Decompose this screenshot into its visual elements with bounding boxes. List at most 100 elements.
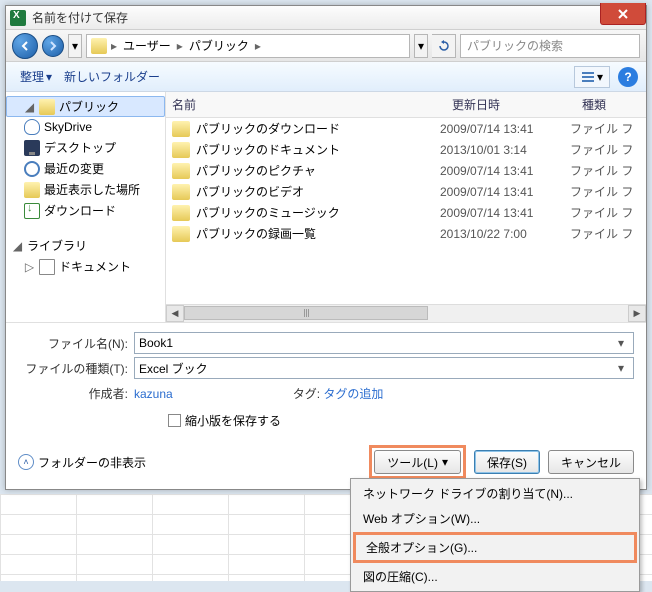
- breadcrumb-dropdown[interactable]: ▾: [414, 34, 428, 58]
- desktop-icon: [24, 140, 40, 156]
- file-name: パブリックのダウンロード: [196, 120, 440, 137]
- hide-folders-label: フォルダーの非表示: [38, 454, 146, 471]
- folder-icon: [172, 142, 190, 158]
- nav-public[interactable]: ◢パブリック: [6, 96, 165, 117]
- nav-skydrive[interactable]: SkyDrive: [6, 117, 165, 137]
- folder-icon: [172, 184, 190, 200]
- file-row[interactable]: パブリックのダウンロード2009/07/14 13:41ファイル フ: [166, 118, 646, 139]
- filetype-label: ファイルの種類(T):: [18, 360, 128, 377]
- chevron-right-icon: ▸: [253, 39, 263, 53]
- tools-menu: ネットワーク ドライブの割り当て(N)... Web オプション(W)... 全…: [350, 478, 640, 592]
- menu-web-options[interactable]: Web オプション(W)...: [353, 506, 637, 531]
- col-name[interactable]: 名前: [166, 92, 446, 117]
- folder-icon: [172, 163, 190, 179]
- save-form: ファイル名(N): Book1 ▾ ファイルの種類(T): Excel ブック …: [6, 322, 646, 439]
- nav-documents[interactable]: ▷ドキュメント: [6, 256, 165, 277]
- menu-compress[interactable]: 図の圧縮(C)...: [353, 564, 637, 589]
- filetype-select[interactable]: Excel ブック ▾: [134, 357, 634, 379]
- author-value[interactable]: kazuna: [134, 387, 173, 401]
- title-bar: 名前を付けて保存: [6, 6, 646, 30]
- menu-general-options[interactable]: 全般オプション(G)...: [353, 532, 637, 563]
- file-row[interactable]: パブリックの録画一覧2013/10/22 7:00ファイル フ: [166, 223, 646, 244]
- scroll-track[interactable]: [184, 305, 628, 322]
- file-type: ファイル フ: [570, 183, 640, 200]
- chevron-down-icon: ▾: [442, 455, 448, 469]
- file-type: ファイル フ: [570, 120, 640, 137]
- back-button[interactable]: [12, 33, 38, 59]
- window-title: 名前を付けて保存: [32, 9, 128, 26]
- chevron-right-icon: ▸: [175, 39, 185, 53]
- file-name: パブリックのドキュメント: [196, 141, 440, 158]
- thumbnail-label: 縮小版を保存する: [185, 412, 281, 429]
- breadcrumb-segment[interactable]: パブリック: [187, 37, 251, 54]
- tag-value[interactable]: タグの追加: [323, 385, 383, 402]
- folder-icon: [39, 99, 55, 115]
- file-type: ファイル フ: [570, 141, 640, 158]
- column-headers[interactable]: 名前 更新日時 種類: [166, 92, 646, 118]
- file-date: 2009/07/14 13:41: [440, 164, 570, 178]
- horizontal-scrollbar[interactable]: ◀ ▶: [166, 304, 646, 322]
- search-input[interactable]: パブリックの検索: [460, 34, 640, 58]
- nav-desktop[interactable]: デスクトップ: [6, 137, 165, 158]
- menu-map-drive[interactable]: ネットワーク ドライブの割り当て(N)...: [353, 481, 637, 506]
- col-type[interactable]: 種類: [576, 92, 646, 117]
- file-date: 2013/10/01 3:14: [440, 143, 570, 157]
- refresh-button[interactable]: [432, 34, 456, 58]
- command-toolbar: 整理▾ 新しいフォルダー ▾ ?: [6, 62, 646, 92]
- scroll-thumb[interactable]: [184, 306, 428, 320]
- file-name: パブリックのビデオ: [196, 183, 440, 200]
- nav-downloads[interactable]: ダウンロード: [6, 200, 165, 221]
- filename-input[interactable]: Book1 ▾: [134, 332, 634, 354]
- arrow-left-icon: [19, 40, 31, 52]
- nav-library[interactable]: ◢ライブラリ: [6, 235, 165, 256]
- tools-button[interactable]: ツール(L) ▾: [374, 450, 461, 474]
- cancel-button[interactable]: キャンセル: [548, 450, 634, 474]
- file-date: 2009/07/14 13:41: [440, 185, 570, 199]
- chevron-down-icon[interactable]: ▾: [613, 336, 629, 350]
- hide-folders-toggle[interactable]: ˄ フォルダーの非表示: [18, 454, 146, 471]
- organize-menu[interactable]: 整理▾: [14, 66, 58, 87]
- folder-icon: [24, 182, 40, 198]
- filename-value: Book1: [139, 336, 173, 350]
- file-date: 2013/10/22 7:00: [440, 227, 570, 241]
- file-row[interactable]: パブリックのビデオ2009/07/14 13:41ファイル フ: [166, 181, 646, 202]
- file-date: 2009/07/14 13:41: [440, 206, 570, 220]
- save-as-dialog: 名前を付けて保存 ▾ ▸ ユーザー ▸ パブリック ▸ ▾ パブリックの検索: [5, 5, 647, 490]
- file-name: パブリックの録画一覧: [196, 225, 440, 242]
- filename-label: ファイル名(N):: [18, 335, 128, 352]
- close-button[interactable]: [600, 3, 646, 25]
- highlight-tools: ツール(L) ▾: [369, 445, 466, 479]
- chevron-down-icon[interactable]: ▾: [613, 361, 629, 375]
- folder-icon: [172, 205, 190, 221]
- scroll-right-button[interactable]: ▶: [628, 305, 646, 322]
- file-name: パブリックのミュージック: [196, 204, 440, 221]
- new-folder-button[interactable]: 新しいフォルダー: [58, 66, 166, 87]
- nav-recent[interactable]: 最近の変更: [6, 158, 165, 179]
- thumbnail-checkbox[interactable]: [168, 414, 181, 427]
- save-button[interactable]: 保存(S): [474, 450, 540, 474]
- file-row[interactable]: パブリックのピクチャ2009/07/14 13:41ファイル フ: [166, 160, 646, 181]
- file-row[interactable]: パブリックのミュージック2009/07/14 13:41ファイル フ: [166, 202, 646, 223]
- view-mode-button[interactable]: ▾: [574, 66, 610, 88]
- col-date[interactable]: 更新日時: [446, 92, 576, 117]
- file-row[interactable]: パブリックのドキュメント2013/10/01 3:14ファイル フ: [166, 139, 646, 160]
- scroll-left-button[interactable]: ◀: [166, 305, 184, 322]
- search-placeholder: パブリックの検索: [467, 37, 563, 54]
- file-name: パブリックのピクチャ: [196, 162, 440, 179]
- forward-button[interactable]: [42, 35, 64, 57]
- close-icon: [617, 8, 629, 20]
- nav-recent-places[interactable]: 最近表示した場所: [6, 179, 165, 200]
- refresh-icon: [438, 40, 450, 52]
- document-icon: [39, 259, 55, 275]
- history-dropdown[interactable]: ▾: [68, 34, 82, 58]
- file-type: ファイル フ: [570, 162, 640, 179]
- chevron-up-icon: ˄: [18, 454, 34, 470]
- file-list-area: 名前 更新日時 種類 パブリックのダウンロード2009/07/14 13:41フ…: [166, 92, 646, 322]
- breadcrumb-segment[interactable]: ユーザー: [121, 37, 173, 54]
- help-button[interactable]: ?: [618, 67, 638, 87]
- breadcrumb[interactable]: ▸ ユーザー ▸ パブリック ▸: [86, 34, 410, 58]
- folder-icon: [172, 121, 190, 137]
- file-list: パブリックのダウンロード2009/07/14 13:41ファイル フパブリックの…: [166, 118, 646, 304]
- arrow-right-icon: [47, 40, 59, 52]
- download-icon: [24, 203, 40, 219]
